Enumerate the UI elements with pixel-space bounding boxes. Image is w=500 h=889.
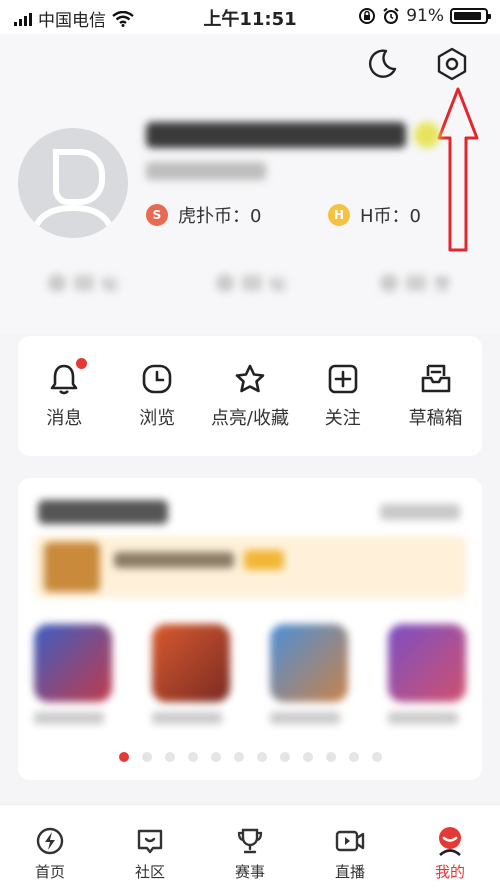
carousel-dot[interactable] [256,752,267,762]
stat-posts[interactable]: 帖 [48,268,118,298]
quick-item-label: 点亮/收藏 [210,408,290,429]
profile-icon [439,827,461,857]
carousel-dot[interactable] [325,752,336,762]
game-item[interactable] [388,624,466,724]
tab-label: 赛事 [234,863,265,881]
carousel-dot[interactable] [210,752,221,762]
carousel-dot[interactable] [233,752,244,762]
quick-item-follow[interactable]: 关注 [298,362,388,430]
quick-item-label: 关注 [324,408,361,429]
carousel-dot[interactable] [118,752,129,762]
quick-item-label: 消息 [46,408,83,429]
lightning-home-icon [36,827,64,855]
battery-icon [450,8,491,24]
carousel-dot[interactable] [164,752,175,762]
status-bar: 中国电信 上午11:51 91% [0,0,500,34]
stat-likes[interactable]: 赞 [380,268,450,298]
video-play-icon [335,830,365,852]
night-mode-button[interactable] [362,44,402,84]
tab-events[interactable]: 赛事 [200,805,300,889]
game-item[interactable] [270,624,348,724]
carousel-dot[interactable] [141,752,152,762]
alarm-icon [383,7,399,24]
stat-posts-icon [48,274,66,292]
tab-label: 首页 [34,863,65,881]
plus-square-icon [328,364,358,394]
moon-icon [368,49,397,78]
tab-label: 我的 [434,863,465,881]
tab-profile[interactable]: 我的 [400,805,500,889]
tab-label: 社区 [134,863,165,881]
stat-posts-label: 帖 [102,275,119,294]
carousel-dots[interactable] [18,752,482,762]
settings-hexagon-icon [437,47,467,81]
quick-item-drafts[interactable]: 草稿箱 [391,362,481,430]
notification-dot [76,358,88,369]
h-coin[interactable]: H H币：0 [328,202,421,228]
stat-likes-label: 赞 [434,275,451,294]
game-list [34,624,466,724]
username-blurred [146,122,406,148]
carousel-dot[interactable] [371,752,382,762]
default-avatar-icon [31,149,115,233]
tab-label: 直播 [334,863,365,881]
battery-percent: 91% [406,6,444,26]
user-level-badge [414,122,440,148]
game-item[interactable] [152,624,230,724]
promo-more-link[interactable] [380,504,460,520]
stat-replies-icon [216,274,234,292]
hupu-coin[interactable]: S 虎扑币：0 [146,202,261,228]
inbox-icon [421,364,450,393]
quick-item-label: 浏览 [139,408,176,429]
tab-home[interactable]: 首页 [0,805,100,889]
promo-banner[interactable] [34,536,466,598]
quick-item-favorites[interactable]: 点亮/收藏 [205,362,295,430]
h-coin-label: H币：0 [360,206,421,227]
clock-icon [142,364,172,394]
tab-community[interactable]: 社区 [100,805,200,889]
quick-item-label: 草稿箱 [408,408,463,429]
carousel-dot[interactable] [302,752,313,762]
h-coin-icon: H [328,204,350,226]
user-subtitle-blurred [146,162,266,180]
stat-replies-label: 帖 [270,275,287,294]
quick-actions-card: 消息 浏览 点亮/收藏 关注 草稿箱 [18,336,482,456]
carousel-dot[interactable] [279,752,290,762]
tab-live[interactable]: 直播 [300,805,400,889]
status-right: 91% [358,6,491,26]
quick-item-history[interactable]: 浏览 [112,362,202,430]
bottom-tab-bar: 首页 社区 赛事 直播 我的 [0,804,500,889]
stat-likes-icon [380,274,398,292]
hupu-coin-icon: S [146,204,168,226]
stat-replies[interactable]: 帖 [216,268,286,298]
star-icon [235,364,265,393]
promo-card [18,478,482,780]
hupu-coin-label: 虎扑币：0 [178,206,262,227]
carousel-dot[interactable] [348,752,359,762]
bell-icon [51,364,78,395]
avatar[interactable] [18,128,128,238]
community-chat-icon [137,829,163,854]
quick-item-messages[interactable]: 消息 [19,358,109,430]
rotation-lock-icon [359,8,376,24]
game-item[interactable] [34,624,112,724]
carousel-dot[interactable] [187,752,198,762]
annotation-arrow [437,87,479,252]
settings-button[interactable] [432,44,472,84]
trophy-icon [237,828,263,854]
promo-title-blurred [38,500,168,524]
